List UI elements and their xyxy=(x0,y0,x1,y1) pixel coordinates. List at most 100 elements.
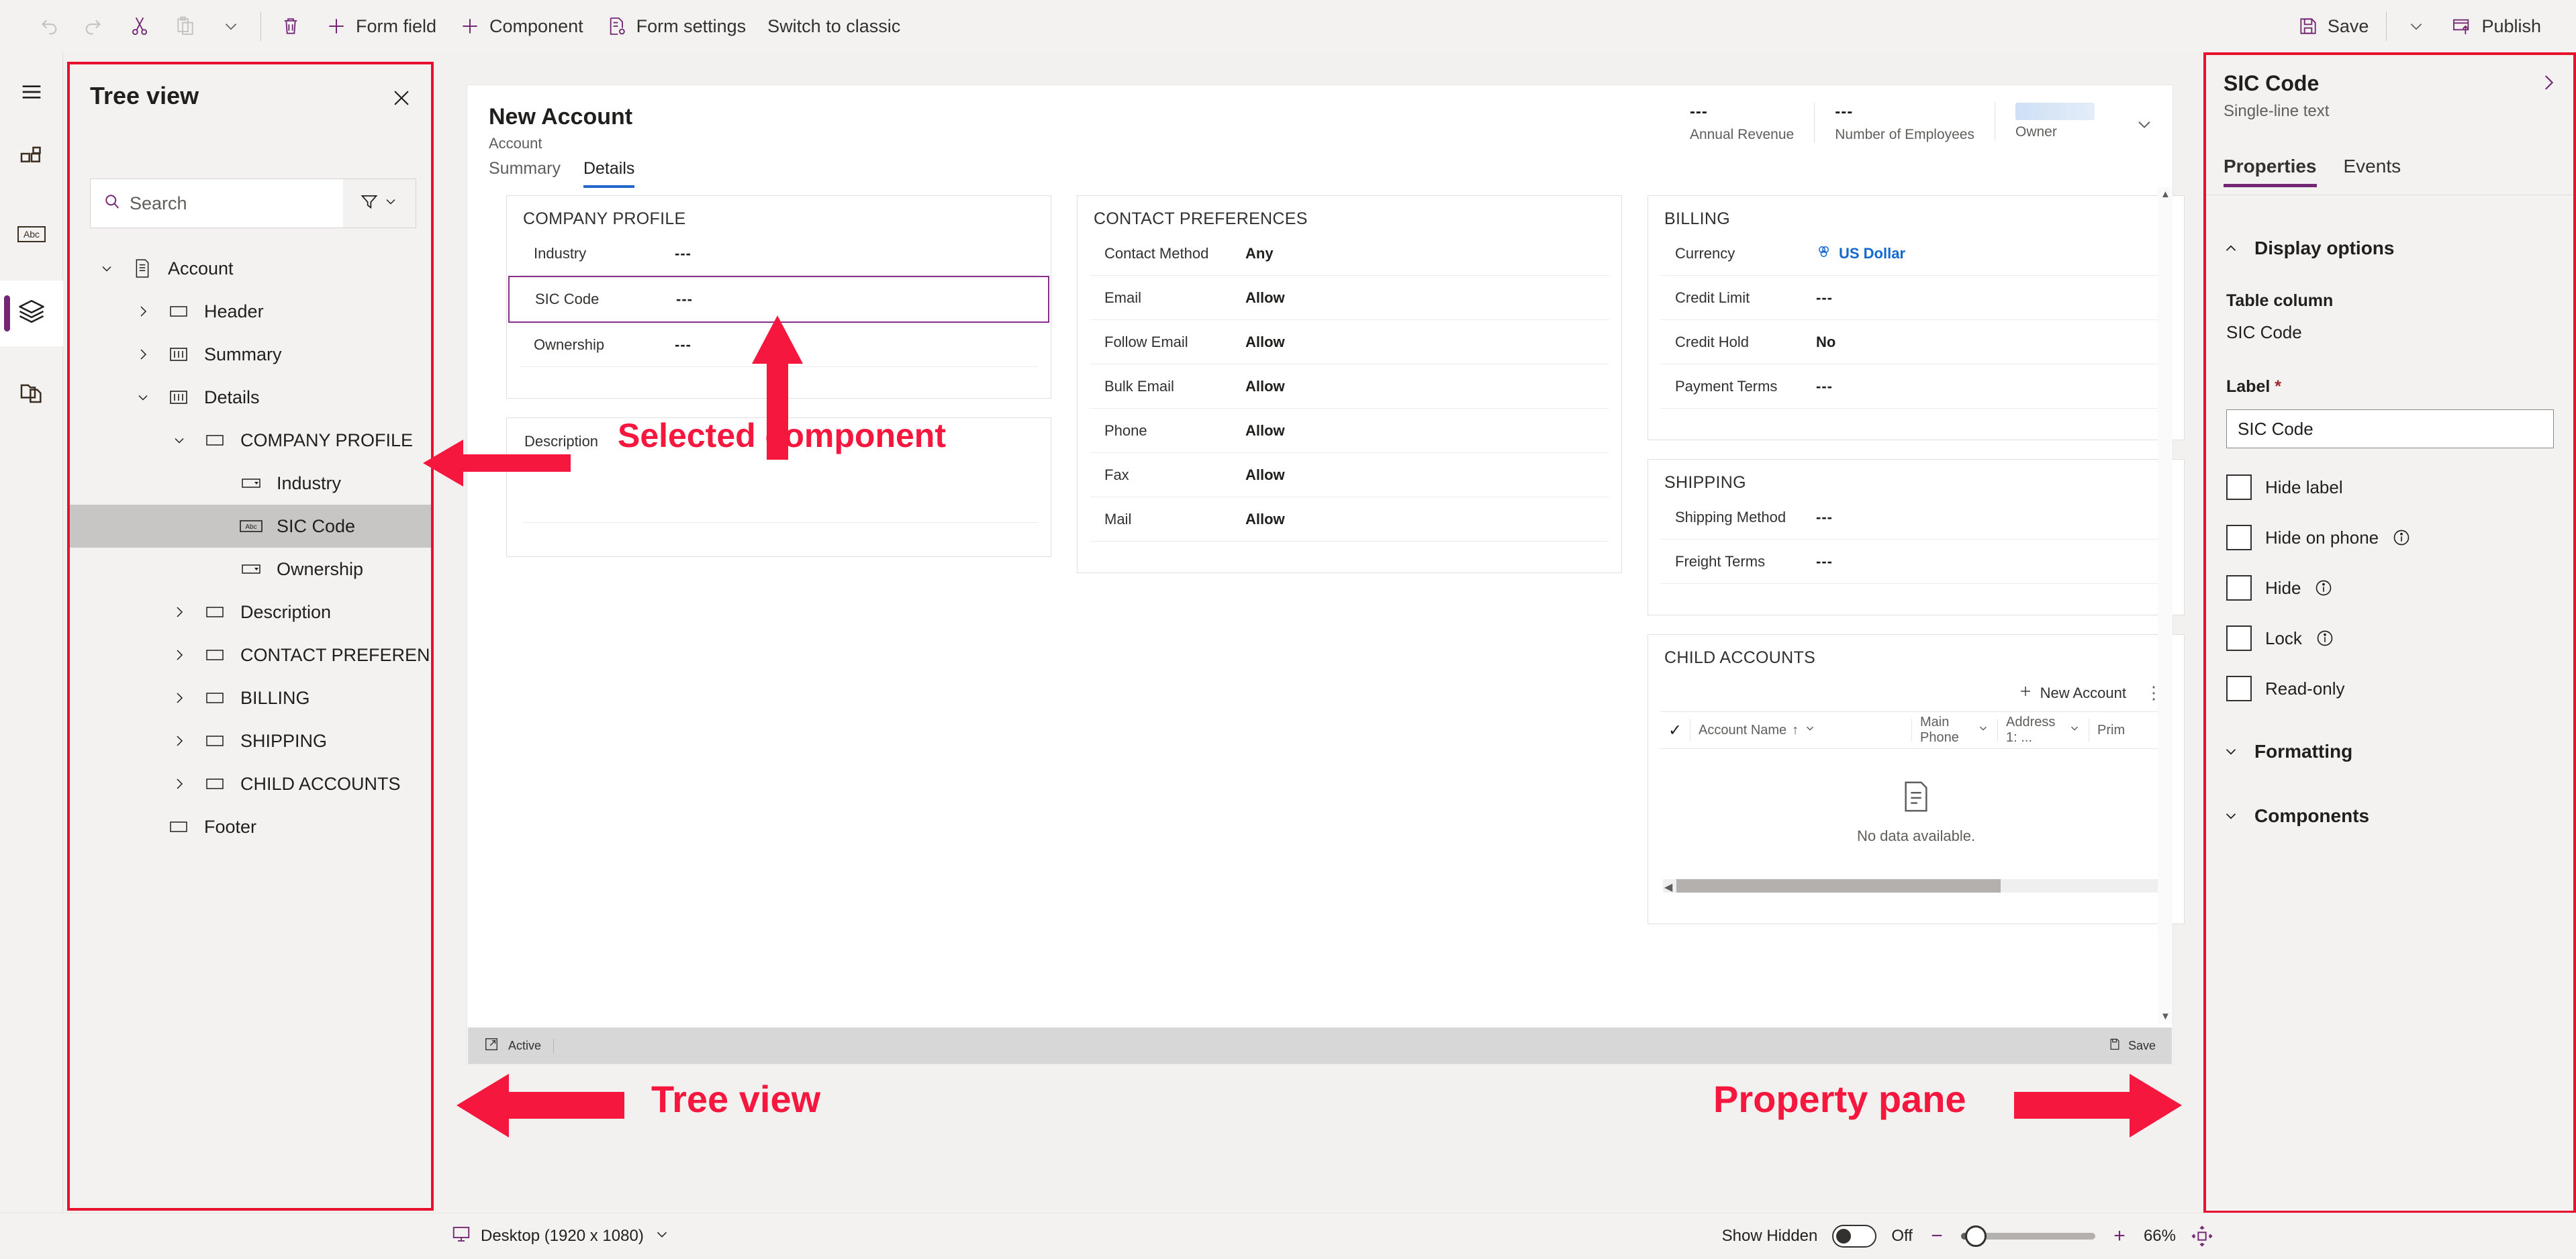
switch-to-classic-button[interactable]: Switch to classic xyxy=(757,5,911,47)
chevron-down-icon[interactable] xyxy=(2134,113,2155,140)
hamburger-menu-icon[interactable] xyxy=(0,59,63,125)
filter-button[interactable] xyxy=(343,179,416,228)
tree-item-footer[interactable]: Footer xyxy=(70,805,431,848)
zoom-out-button[interactable]: − xyxy=(1927,1225,1946,1248)
field-row-shipping-method[interactable]: Shipping Method--- xyxy=(1660,495,2172,540)
field-row-contact-method[interactable]: Contact MethodAny xyxy=(1090,232,1609,276)
label-field[interactable] xyxy=(2226,409,2554,448)
save-button[interactable]: Save xyxy=(2285,5,2380,47)
tree-item-header[interactable]: Header xyxy=(70,290,431,333)
grid-column-address-1[interactable]: Address 1: ... xyxy=(1997,719,2089,742)
device-selector[interactable]: Desktop (1920 x 1080) xyxy=(451,1213,671,1259)
chevron-right-icon[interactable] xyxy=(161,733,197,749)
tree-item-shipping[interactable]: SHIPPING xyxy=(70,719,431,762)
scroll-up-icon[interactable]: ▲ xyxy=(2160,189,2170,200)
tree-item-sic-code[interactable]: AbcSIC Code xyxy=(70,505,431,548)
tree-item-industry[interactable]: Industry xyxy=(70,462,431,505)
checkbox-lock[interactable]: Lock xyxy=(2226,625,2334,651)
tree-item-contact-preferen[interactable]: CONTACT PREFEREN... xyxy=(70,634,431,676)
form-field-button[interactable]: Form field xyxy=(314,5,447,47)
zoom-in-button[interactable]: + xyxy=(2110,1225,2129,1248)
undo-button[interactable] xyxy=(26,5,71,47)
info-icon[interactable] xyxy=(2314,578,2333,597)
select-all-checkbox[interactable]: ✓ xyxy=(1660,721,1690,740)
expand-chevron-right-icon[interactable] xyxy=(2537,71,2560,99)
fit-to-screen-icon[interactable] xyxy=(2191,1225,2213,1248)
form-status-right[interactable]: Save xyxy=(2108,1038,2172,1054)
tree-item-details[interactable]: Details xyxy=(70,376,431,419)
tab-properties[interactable]: Properties xyxy=(2224,156,2317,187)
grid-column-account-name[interactable]: Account Name ↑ xyxy=(1690,719,1911,742)
chevron-right-icon[interactable] xyxy=(125,346,161,362)
tree-item-billing[interactable]: BILLING xyxy=(70,676,431,719)
sidebar-item-table-columns[interactable]: Abc xyxy=(0,203,63,269)
tab-summary[interactable]: Summary xyxy=(489,159,561,188)
tree-item-summary[interactable]: Summary xyxy=(70,333,431,376)
show-hidden-toggle[interactable] xyxy=(1832,1225,1876,1248)
chevron-down-icon[interactable] xyxy=(125,389,161,405)
checkbox-box[interactable] xyxy=(2226,525,2252,550)
info-icon[interactable] xyxy=(2316,629,2334,648)
delete-button[interactable] xyxy=(268,5,314,47)
tree-item-ownership[interactable]: Ownership xyxy=(70,548,431,591)
field-row-follow-email[interactable]: Follow EmailAllow xyxy=(1090,320,1609,364)
chevron-right-icon[interactable] xyxy=(161,604,197,620)
cut-button[interactable] xyxy=(117,5,162,47)
field-row-phone[interactable]: PhoneAllow xyxy=(1090,409,1609,453)
chevron-down-icon[interactable] xyxy=(161,432,197,448)
field-row-bulk-email[interactable]: Bulk EmailAllow xyxy=(1090,364,1609,409)
chevron-right-icon[interactable] xyxy=(161,647,197,663)
description-input[interactable] xyxy=(522,458,1039,523)
search-box[interactable] xyxy=(91,179,343,228)
chevron-right-icon[interactable] xyxy=(125,303,161,319)
checkbox-box[interactable] xyxy=(2226,474,2252,500)
chevron-right-icon[interactable] xyxy=(161,776,197,792)
zoom-slider[interactable] xyxy=(1961,1233,2095,1240)
checkbox-read-only[interactable]: Read-only xyxy=(2226,676,2345,701)
zoom-slider-handle[interactable] xyxy=(1965,1225,1987,1247)
tree-item-account[interactable]: Account xyxy=(70,247,431,290)
search-input[interactable] xyxy=(130,193,343,214)
field-row-industry[interactable]: Industry --- xyxy=(519,232,1039,276)
components-section-header[interactable]: Components xyxy=(2222,805,2557,827)
sidebar-item-components[interactable] xyxy=(0,126,63,192)
tree-item-description[interactable]: Description xyxy=(70,591,431,634)
scrollbar-thumb[interactable] xyxy=(1676,879,2001,893)
sidebar-item-tree-view[interactable] xyxy=(0,281,63,346)
form-settings-button[interactable]: Form settings xyxy=(594,5,757,47)
grid-column-main-phone[interactable]: Main Phone xyxy=(1911,719,1997,742)
grid-horizontal-scrollbar[interactable]: ◀ ▶ xyxy=(1663,879,2169,893)
canvas-vertical-scrollbar[interactable]: ▲ ▼ xyxy=(2158,187,2173,1023)
checkbox-box[interactable] xyxy=(2226,676,2252,701)
scroll-left-icon[interactable]: ◀ xyxy=(1664,880,1672,894)
label-input[interactable] xyxy=(2238,419,2553,440)
checkbox-hide-label[interactable]: Hide label xyxy=(2226,474,2343,500)
paste-button[interactable] xyxy=(162,5,208,47)
redo-button[interactable] xyxy=(71,5,117,47)
paste-options-button[interactable] xyxy=(208,5,254,47)
field-row-credit-hold[interactable]: Credit HoldNo xyxy=(1660,320,2172,364)
info-icon[interactable] xyxy=(2392,528,2411,547)
field-row-payment-terms[interactable]: Payment Terms--- xyxy=(1660,364,2172,409)
checkbox-box[interactable] xyxy=(2226,625,2252,651)
field-row-fax[interactable]: FaxAllow xyxy=(1090,453,1609,497)
save-options-button[interactable] xyxy=(2393,5,2439,47)
scrollbar-track[interactable] xyxy=(2161,205,2168,1006)
field-row-currency[interactable]: Currency US Dollar xyxy=(1660,232,2172,276)
scroll-down-icon[interactable]: ▼ xyxy=(2160,1011,2170,1022)
tree-item-company-profile[interactable]: COMPANY PROFILE xyxy=(70,419,431,462)
new-account-button[interactable]: New Account xyxy=(2017,683,2126,703)
field-row-email[interactable]: EmailAllow xyxy=(1090,276,1609,320)
formatting-section-header[interactable]: Formatting xyxy=(2222,741,2557,762)
checkbox-box[interactable] xyxy=(2226,575,2252,601)
display-options-section-header[interactable]: Display options xyxy=(2222,238,2557,259)
chevron-down-icon[interactable] xyxy=(89,260,125,276)
tab-events[interactable]: Events xyxy=(2344,156,2401,187)
field-row-credit-limit[interactable]: Credit Limit--- xyxy=(1660,276,2172,320)
close-icon[interactable] xyxy=(385,82,418,114)
grid-column-primary[interactable]: Prim xyxy=(2089,719,2129,742)
chevron-right-icon[interactable] xyxy=(161,690,197,706)
tree-item-child-accounts[interactable]: CHILD ACCOUNTS xyxy=(70,762,431,805)
checkbox-hide[interactable]: Hide xyxy=(2226,575,2333,601)
field-row-mail[interactable]: MailAllow xyxy=(1090,497,1609,542)
